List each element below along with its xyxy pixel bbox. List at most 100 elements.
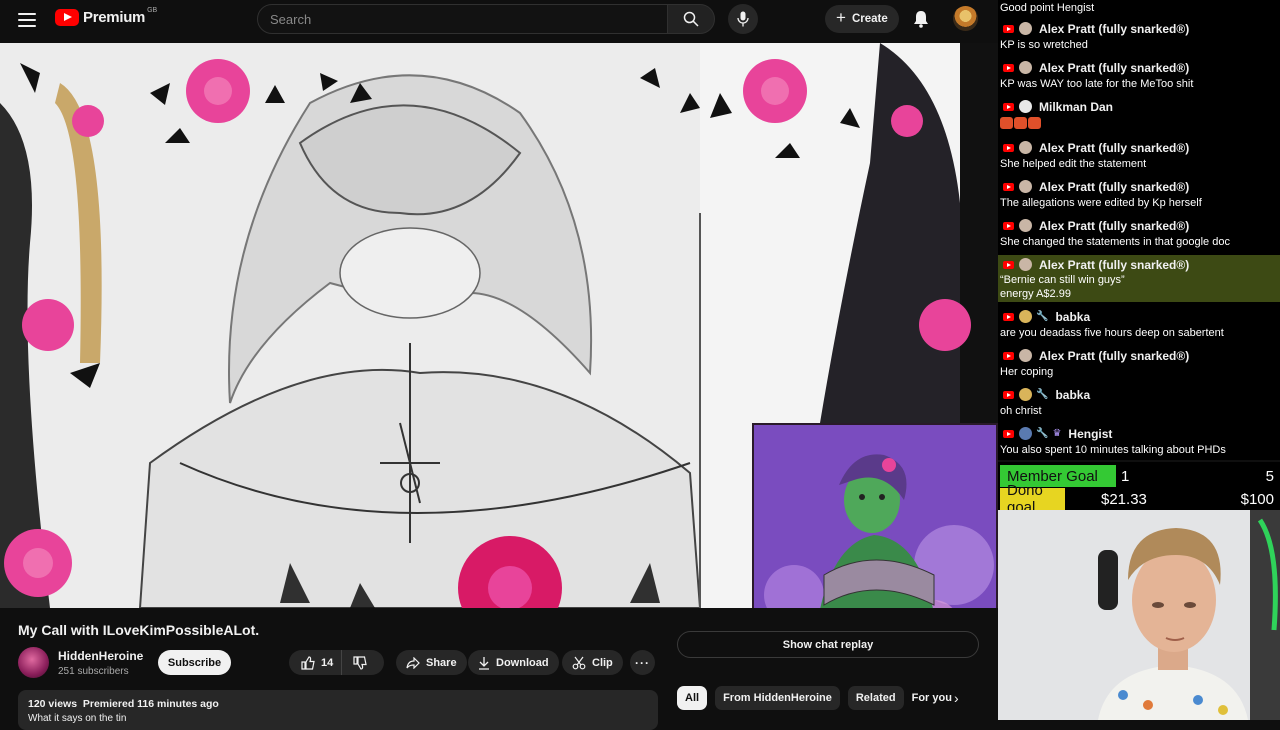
voice-search-button[interactable] bbox=[728, 4, 758, 34]
youtube-icon bbox=[1003, 312, 1014, 321]
super-chat-amount: A$2.99 bbox=[1036, 288, 1071, 300]
hamburger-menu-icon[interactable] bbox=[16, 10, 38, 30]
related-filter-chips: All From HiddenHeroine Related For you bbox=[677, 686, 960, 710]
chat-message-text: Good point Hengist bbox=[1000, 2, 1095, 14]
user-avatar-small bbox=[1019, 22, 1032, 35]
chat-author: Alex Pratt (fully snarked®) bbox=[1039, 218, 1190, 233]
more-actions-button[interactable]: ··· bbox=[630, 650, 655, 675]
chat-message: Milkman Dan bbox=[998, 98, 1280, 131]
search-input[interactable] bbox=[270, 11, 667, 27]
search-box bbox=[257, 4, 668, 34]
video-title: My Call with ILoveKimPossibleALot. bbox=[18, 622, 260, 638]
user-avatar-small bbox=[1019, 258, 1032, 271]
chat-message: Alex Pratt (fully snarked®) The allegati… bbox=[998, 178, 1280, 211]
chat-message-text: You also spent 10 minutes talking about … bbox=[1000, 444, 1226, 456]
chat-message: Alex Pratt (fully snarked®) KP is so wre… bbox=[998, 20, 1280, 53]
download-icon bbox=[479, 656, 489, 670]
chat-message: Alex Pratt (fully snarked®) She helped e… bbox=[998, 139, 1280, 172]
emoji-icon bbox=[1028, 117, 1041, 130]
moderator-wrench-icon: 🔧 bbox=[1036, 311, 1049, 322]
logo-country-code: GB bbox=[147, 7, 158, 14]
chat-author: Alex Pratt (fully snarked®) bbox=[1039, 140, 1190, 155]
user-avatar-small bbox=[1019, 427, 1032, 440]
chat-message-text: She changed the statements in that googl… bbox=[1000, 236, 1230, 248]
chip-all[interactable]: All bbox=[677, 686, 708, 710]
chat-author: Hengist bbox=[1068, 426, 1113, 441]
create-button[interactable]: + Create bbox=[825, 5, 899, 33]
chat-emojis bbox=[1000, 115, 1280, 131]
chat-message: Alex Pratt (fully snarked®) Her coping bbox=[998, 347, 1280, 380]
chat-message-text: She helped edit the statement bbox=[1000, 158, 1147, 170]
chat-message: Alex Pratt (fully snarked®) She changed … bbox=[998, 217, 1280, 250]
webcam-person-image bbox=[998, 510, 1280, 720]
user-avatar-small bbox=[1019, 180, 1032, 193]
chat-message-text: energy bbox=[1000, 288, 1034, 300]
chat-message: 🔧 ♛ Hengist You also spent 10 minutes talk… bbox=[998, 425, 1280, 458]
chat-message: Good point Hengist bbox=[998, 0, 1280, 16]
description-snippet: What it says on the tin bbox=[28, 713, 127, 724]
user-avatar-small bbox=[1019, 310, 1032, 323]
share-label: Share bbox=[426, 656, 457, 669]
like-button[interactable]: 14 bbox=[289, 650, 343, 675]
user-avatar-small bbox=[1019, 219, 1032, 232]
user-avatar[interactable] bbox=[953, 6, 978, 31]
chat-message-text: KP is so wretched bbox=[1000, 39, 1088, 51]
chat-message-text: KP was WAY too late for the MeToo shit bbox=[1000, 78, 1194, 90]
dislike-button[interactable] bbox=[342, 650, 384, 675]
show-chat-replay-button[interactable]: Show chat replay bbox=[677, 631, 979, 658]
channel-name[interactable]: HiddenHeroine bbox=[58, 649, 143, 663]
webcam-feed bbox=[998, 510, 1280, 720]
subscriber-count: 251 subscribers bbox=[58, 666, 129, 677]
chevron-right-icon[interactable]: › bbox=[954, 690, 959, 706]
chat-message-text: “Bernie can still win guys” bbox=[1000, 274, 1125, 286]
stream-goals: Member Goal 1 5 Dono goal $21.33 $100 bbox=[998, 462, 1280, 516]
emoji-icon bbox=[1014, 117, 1027, 130]
download-button[interactable]: Download bbox=[468, 650, 559, 675]
search-icon bbox=[683, 11, 699, 27]
crown-badge-icon: ♛ bbox=[1052, 428, 1062, 439]
youtube-icon bbox=[1003, 24, 1014, 33]
user-avatar-small bbox=[1019, 349, 1032, 362]
views-and-premiere-date: 120 views Premiered 116 minutes ago bbox=[28, 698, 219, 710]
like-count: 14 bbox=[321, 656, 334, 669]
top-bar: Premium GB + Create bbox=[0, 0, 998, 40]
clip-button[interactable]: Clip bbox=[562, 650, 623, 675]
chat-message-text: The allegations were edited by Kp hersel… bbox=[1000, 197, 1202, 209]
youtube-icon bbox=[1003, 102, 1014, 111]
chat-author: Alex Pratt (fully snarked®) bbox=[1039, 60, 1190, 75]
plus-icon: + bbox=[836, 8, 846, 27]
chip-from-channel[interactable]: From HiddenHeroine bbox=[715, 686, 840, 710]
chat-author: babka bbox=[1055, 309, 1091, 324]
chip-related[interactable]: Related bbox=[847, 686, 904, 710]
emoji-icon bbox=[1000, 117, 1013, 130]
subscribe-button[interactable]: Subscribe bbox=[158, 650, 231, 675]
search-button[interactable] bbox=[667, 4, 715, 34]
chat-author: Alex Pratt (fully snarked®) bbox=[1039, 257, 1190, 272]
create-label: Create bbox=[851, 13, 888, 25]
chat-message: Alex Pratt (fully snarked®) KP was WAY t… bbox=[998, 59, 1280, 92]
clip-label: Clip bbox=[592, 656, 613, 669]
user-avatar-small bbox=[1019, 61, 1032, 74]
chip-for-you[interactable]: For you bbox=[912, 686, 960, 710]
dono-goal-target: $100 bbox=[1240, 491, 1274, 508]
youtube-icon bbox=[1003, 221, 1014, 230]
chat-author: Alex Pratt (fully snarked®) bbox=[1039, 21, 1190, 36]
youtube-premium-logo[interactable]: Premium GB bbox=[55, 7, 158, 26]
video-player[interactable] bbox=[0, 43, 998, 608]
super-chat-message: Alex Pratt (fully snarked®) “Bernie can … bbox=[998, 255, 1280, 302]
member-goal-target: 5 bbox=[1265, 468, 1274, 485]
youtube-icon bbox=[1003, 63, 1014, 72]
share-icon bbox=[406, 656, 420, 669]
youtube-icon bbox=[1003, 390, 1014, 399]
youtube-icon bbox=[1003, 182, 1014, 191]
notifications-bell-icon[interactable] bbox=[911, 9, 931, 29]
description-box[interactable] bbox=[18, 690, 658, 730]
dono-goal-current: $21.33 bbox=[1101, 491, 1147, 508]
member-goal-current: 1 bbox=[1121, 468, 1130, 485]
share-button[interactable]: Share bbox=[396, 650, 467, 675]
chat-author: Alex Pratt (fully snarked®) bbox=[1039, 348, 1190, 363]
youtube-play-icon bbox=[55, 9, 79, 26]
super-chat-line: energy A$2.99 bbox=[1000, 287, 1280, 301]
channel-avatar[interactable] bbox=[18, 647, 49, 678]
user-avatar-small bbox=[1019, 141, 1032, 154]
